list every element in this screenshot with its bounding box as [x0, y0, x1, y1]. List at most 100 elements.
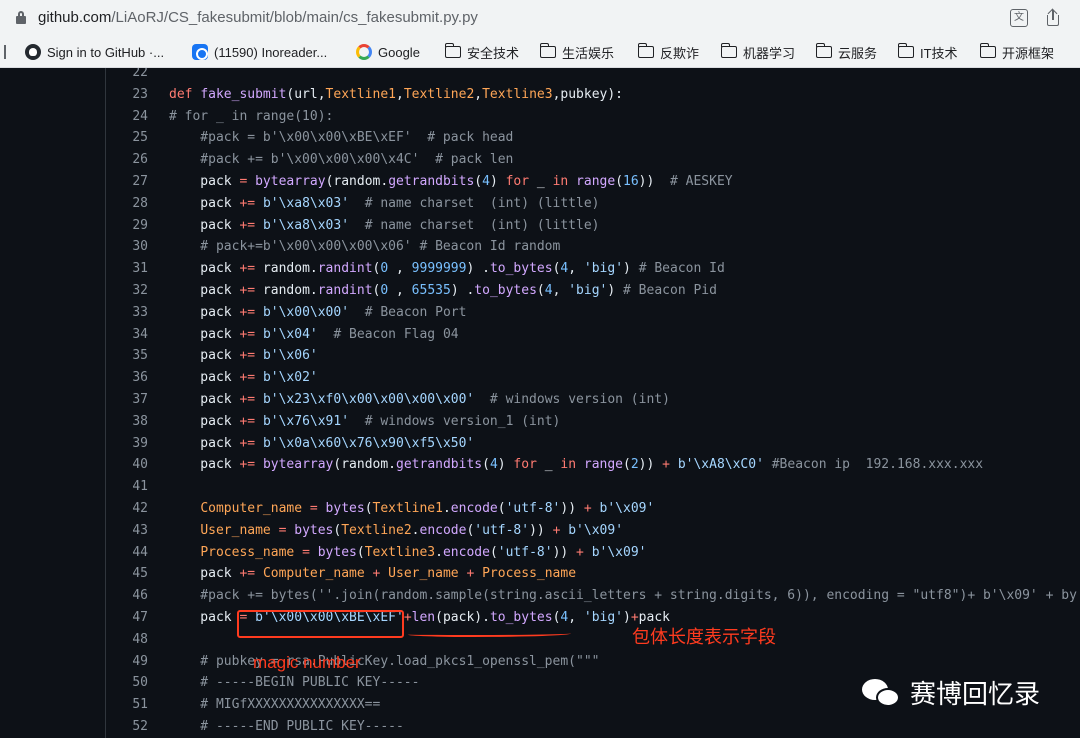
code-line[interactable]: 41 — [0, 476, 1080, 498]
wechat-icon — [862, 677, 902, 709]
code-line[interactable]: 42 Computer_name = bytes(Textline1.encod… — [0, 498, 1080, 520]
address-bar[interactable]: github.com/LiAoRJ/CS_fakesubmit/blob/mai… — [0, 0, 1080, 36]
line-number[interactable]: 33 — [106, 302, 148, 324]
bookmarks-bar: Sign in to GitHub ·... (11590) Inoreader… — [0, 36, 1080, 68]
line-number[interactable]: 47 — [106, 607, 148, 629]
line-number[interactable]: 48 — [106, 629, 148, 651]
line-number[interactable]: 38 — [106, 411, 148, 433]
code-line[interactable]: 52 # -----END PUBLIC KEY----- — [0, 716, 1080, 738]
code-line[interactable]: 47 pack = b'\x00\x00\xBE\xEF'+len(pack).… — [0, 607, 1080, 629]
bookmark-folder-ml[interactable]: 机器学习 — [720, 43, 796, 61]
line-number[interactable]: 45 — [106, 563, 148, 585]
line-number[interactable]: 22 — [106, 68, 148, 84]
line-source: # for _ in range(10): — [169, 108, 334, 124]
line-number[interactable]: 39 — [106, 433, 148, 455]
folder-icon — [897, 43, 914, 58]
code-viewer[interactable]: 22 23 def fake_submit(url,Textline1,Textli… — [0, 68, 1080, 738]
line-number[interactable]: 36 — [106, 367, 148, 389]
code-line[interactable]: 40 pack += bytearray(random.getrandbits(… — [0, 454, 1080, 476]
line-number[interactable]: 28 — [106, 193, 148, 215]
code-line[interactable]: 39 pack += b'\x0a\x60\x76\x90\xf5\x50' — [0, 433, 1080, 455]
line-number[interactable]: 30 — [106, 236, 148, 258]
code-line[interactable]: 27 pack = bytearray(random.getrandbits(4… — [0, 171, 1080, 193]
line-source: pack += b'\x02' — [169, 370, 318, 386]
line-number[interactable]: 52 — [106, 716, 148, 738]
line-number[interactable]: 31 — [106, 258, 148, 280]
line-source: def fake_submit(url,Textline1,Textline2,… — [169, 86, 624, 102]
line-number[interactable]: 44 — [106, 542, 148, 564]
line-number[interactable]: 50 — [106, 672, 148, 694]
google-icon — [356, 44, 372, 60]
line-number[interactable]: 46 — [106, 585, 148, 607]
bookmark-folder-cloud[interactable]: 云服务 — [815, 43, 878, 61]
line-number[interactable]: 37 — [106, 389, 148, 411]
code-line[interactable]: 37 pack += b'\x23\xf0\x00\x00\x00\x00' #… — [0, 389, 1080, 411]
line-source: # -----END PUBLIC KEY----- — [169, 718, 404, 734]
bookmark-label: (11590) Inoreader... — [214, 44, 328, 60]
bookmark-folder-security[interactable]: 安全技术 — [444, 43, 519, 61]
line-number[interactable]: 35 — [106, 345, 148, 367]
line-source: pack += b'\x00\x00' # Beacon Port — [169, 304, 467, 320]
line-number[interactable]: 23 — [106, 84, 148, 106]
bookmark-folder-opensource[interactable]: 开源框架 — [979, 43, 1054, 61]
inoreader-icon — [192, 44, 208, 60]
line-number[interactable]: 49 — [106, 651, 148, 673]
code-line[interactable]: 22 — [0, 68, 1080, 84]
code-line[interactable]: 32 pack += random.randint(0 , 65535) .to… — [0, 280, 1080, 302]
code-line[interactable]: 31 pack += random.randint(0 , 9999999) .… — [0, 258, 1080, 280]
bookmark-folder-antifraud[interactable]: 反欺诈 — [637, 43, 699, 61]
line-number[interactable]: 27 — [106, 171, 148, 193]
code-line[interactable]: 49 # pubkey = rsa.PublicKey.load_pkcs1_o… — [0, 651, 1080, 673]
code-line[interactable]: 43 User_name = bytes(Textline2.encode('u… — [0, 520, 1080, 542]
folder-icon — [815, 43, 832, 58]
code-line[interactable]: 28 pack += b'\xa8\x03' # name charset (i… — [0, 193, 1080, 215]
code-line[interactable]: 36 pack += b'\x02' — [0, 367, 1080, 389]
code-line[interactable]: 24 # for _ in range(10): — [0, 106, 1080, 128]
code-line[interactable]: 45 pack += Computer_name + User_name + P… — [0, 563, 1080, 585]
bookmark-label: 云服务 — [838, 45, 878, 61]
bookmark-inoreader[interactable]: (11590) Inoreader... — [192, 43, 327, 61]
line-number[interactable]: 40 — [106, 454, 148, 476]
line-source: User_name = bytes(Textline2.encode('utf-… — [200, 522, 624, 538]
bookmark-folder-life[interactable]: 生活娱乐 — [539, 43, 614, 61]
code-line[interactable]: 34 pack += b'\x04' # Beacon Flag 04 — [0, 324, 1080, 346]
code-line[interactable]: 26 #pack += b'\x00\x00\x00\x4C' # pack l… — [0, 149, 1080, 171]
line-number[interactable]: 32 — [106, 280, 148, 302]
code-line[interactable]: 29 pack += b'\xa8\x03' # name charset (i… — [0, 215, 1080, 237]
bookmark-github[interactable]: Sign in to GitHub ·... — [25, 43, 164, 61]
code-line[interactable]: 30 # pack+=b'\x00\x00\x00\x06' # Beacon … — [0, 236, 1080, 258]
code-line[interactable]: 33 pack += b'\x00\x00' # Beacon Port — [0, 302, 1080, 324]
code-line[interactable]: 25 #pack = b'\x00\x00\xBE\xEF' # pack he… — [0, 127, 1080, 149]
line-source: #pack += bytes(''.join(random.sample(str… — [169, 588, 1077, 604]
code-line[interactable]: 38 pack += b'\x76\x91' # windows version… — [0, 411, 1080, 433]
line-source: pack += b'\xa8\x03' # name charset (int)… — [169, 195, 600, 211]
bookmark-label: IT技术 — [920, 45, 958, 61]
folder-icon — [720, 43, 737, 58]
bookmark-label: 机器学习 — [743, 45, 796, 61]
line-number[interactable]: 34 — [106, 324, 148, 346]
line-number[interactable]: 29 — [106, 215, 148, 237]
url-text[interactable]: github.com/LiAoRJ/CS_fakesubmit/blob/mai… — [38, 9, 478, 26]
translate-icon[interactable]: 文 — [1010, 9, 1028, 27]
line-source: pack += b'\xa8\x03' # name charset (int)… — [169, 217, 600, 233]
bookmark-label: Sign in to GitHub ·... — [47, 44, 165, 60]
line-number[interactable]: 42 — [106, 498, 148, 520]
line-number[interactable]: 41 — [106, 476, 148, 498]
line-number[interactable]: 24 — [106, 106, 148, 128]
bookmark-google[interactable]: Google — [356, 43, 420, 61]
line-number[interactable]: 43 — [106, 520, 148, 542]
share-icon[interactable] — [1046, 8, 1060, 27]
line-source: #pack += b'\x00\x00\x00\x4C' # pack len — [169, 152, 514, 168]
code-line[interactable]: 35 pack += b'\x06' — [0, 345, 1080, 367]
line-number[interactable]: 51 — [106, 694, 148, 716]
code-line[interactable]: 46 #pack += bytes(''.join(random.sample(… — [0, 585, 1080, 607]
watermark-text: 赛博回忆录 — [910, 679, 1041, 709]
watermark: 赛博回忆录 — [862, 674, 1040, 711]
line-number[interactable]: 25 — [106, 127, 148, 149]
github-icon — [25, 44, 41, 60]
lock-icon[interactable] — [16, 11, 26, 24]
bookmark-folder-it[interactable]: IT技术 — [897, 43, 958, 61]
code-line[interactable]: 23 def fake_submit(url,Textline1,Textline… — [0, 84, 1080, 106]
line-number[interactable]: 26 — [106, 149, 148, 171]
code-line[interactable]: 44 Process_name = bytes(Textline3.encode… — [0, 542, 1080, 564]
